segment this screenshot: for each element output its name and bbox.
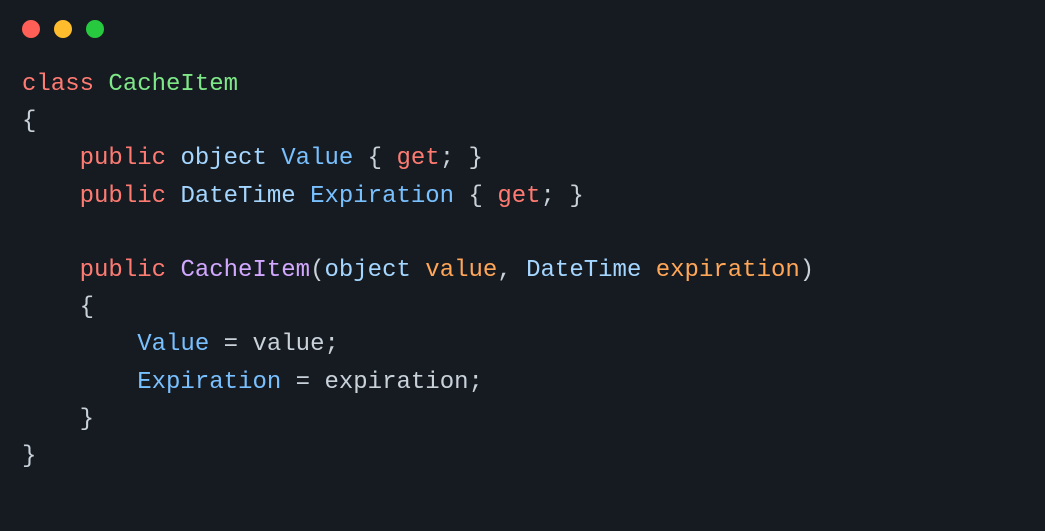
code-token: CacheItem [108,71,238,98]
code-token: { [454,183,497,210]
code-token: Value [281,145,353,172]
code-line: class CacheItem [22,66,1023,103]
code-block: class CacheItem { public object Value { g… [0,38,1045,475]
code-line: public object Value { get; } [22,140,1023,177]
code-token: DateTime [526,257,656,284]
code-token [22,331,137,358]
code-line: } [22,401,1023,438]
code-token: value [425,257,497,284]
code-token: get [497,183,540,210]
code-token: value [252,331,324,358]
code-line [22,215,1023,252]
code-token: ; [469,369,483,396]
code-token: public [80,257,181,284]
code-line: Value = value; [22,326,1023,363]
code-window: class CacheItem { public object Value { g… [0,0,1045,531]
code-line: public DateTime Expiration { get; } [22,178,1023,215]
code-line: } [22,438,1023,475]
code-line: { [22,289,1023,326]
code-line: { [22,103,1023,140]
code-token: ; [324,331,338,358]
code-token: expiration [656,257,800,284]
close-icon[interactable] [22,20,40,38]
code-token [22,145,80,172]
minimize-icon[interactable] [54,20,72,38]
code-token: { [22,108,36,135]
code-token: } [22,406,94,433]
code-token [22,257,80,284]
code-token: = [209,331,252,358]
code-token: CacheItem [180,257,310,284]
code-token: DateTime [180,183,310,210]
code-token: class [22,71,108,98]
code-token: Expiration [137,369,281,396]
code-token: expiration [324,369,468,396]
code-token: ; } [440,145,483,172]
code-token: public [80,183,181,210]
code-token: Expiration [310,183,454,210]
code-token: ) [800,257,814,284]
code-token: } [22,443,36,470]
code-token: get [397,145,440,172]
code-token: object [180,145,281,172]
zoom-icon[interactable] [86,20,104,38]
code-token: { [353,145,396,172]
code-line: Expiration = expiration; [22,364,1023,401]
code-token [22,369,137,396]
code-line: public CacheItem(object value, DateTime … [22,252,1023,289]
code-token: , [497,257,526,284]
code-token: object [324,257,425,284]
code-token: { [22,294,94,321]
code-token: ; } [541,183,584,210]
code-token: Value [137,331,209,358]
code-token [22,183,80,210]
window-titlebar [0,0,1045,38]
code-token: public [80,145,181,172]
code-token: ( [310,257,324,284]
code-token: = [281,369,324,396]
